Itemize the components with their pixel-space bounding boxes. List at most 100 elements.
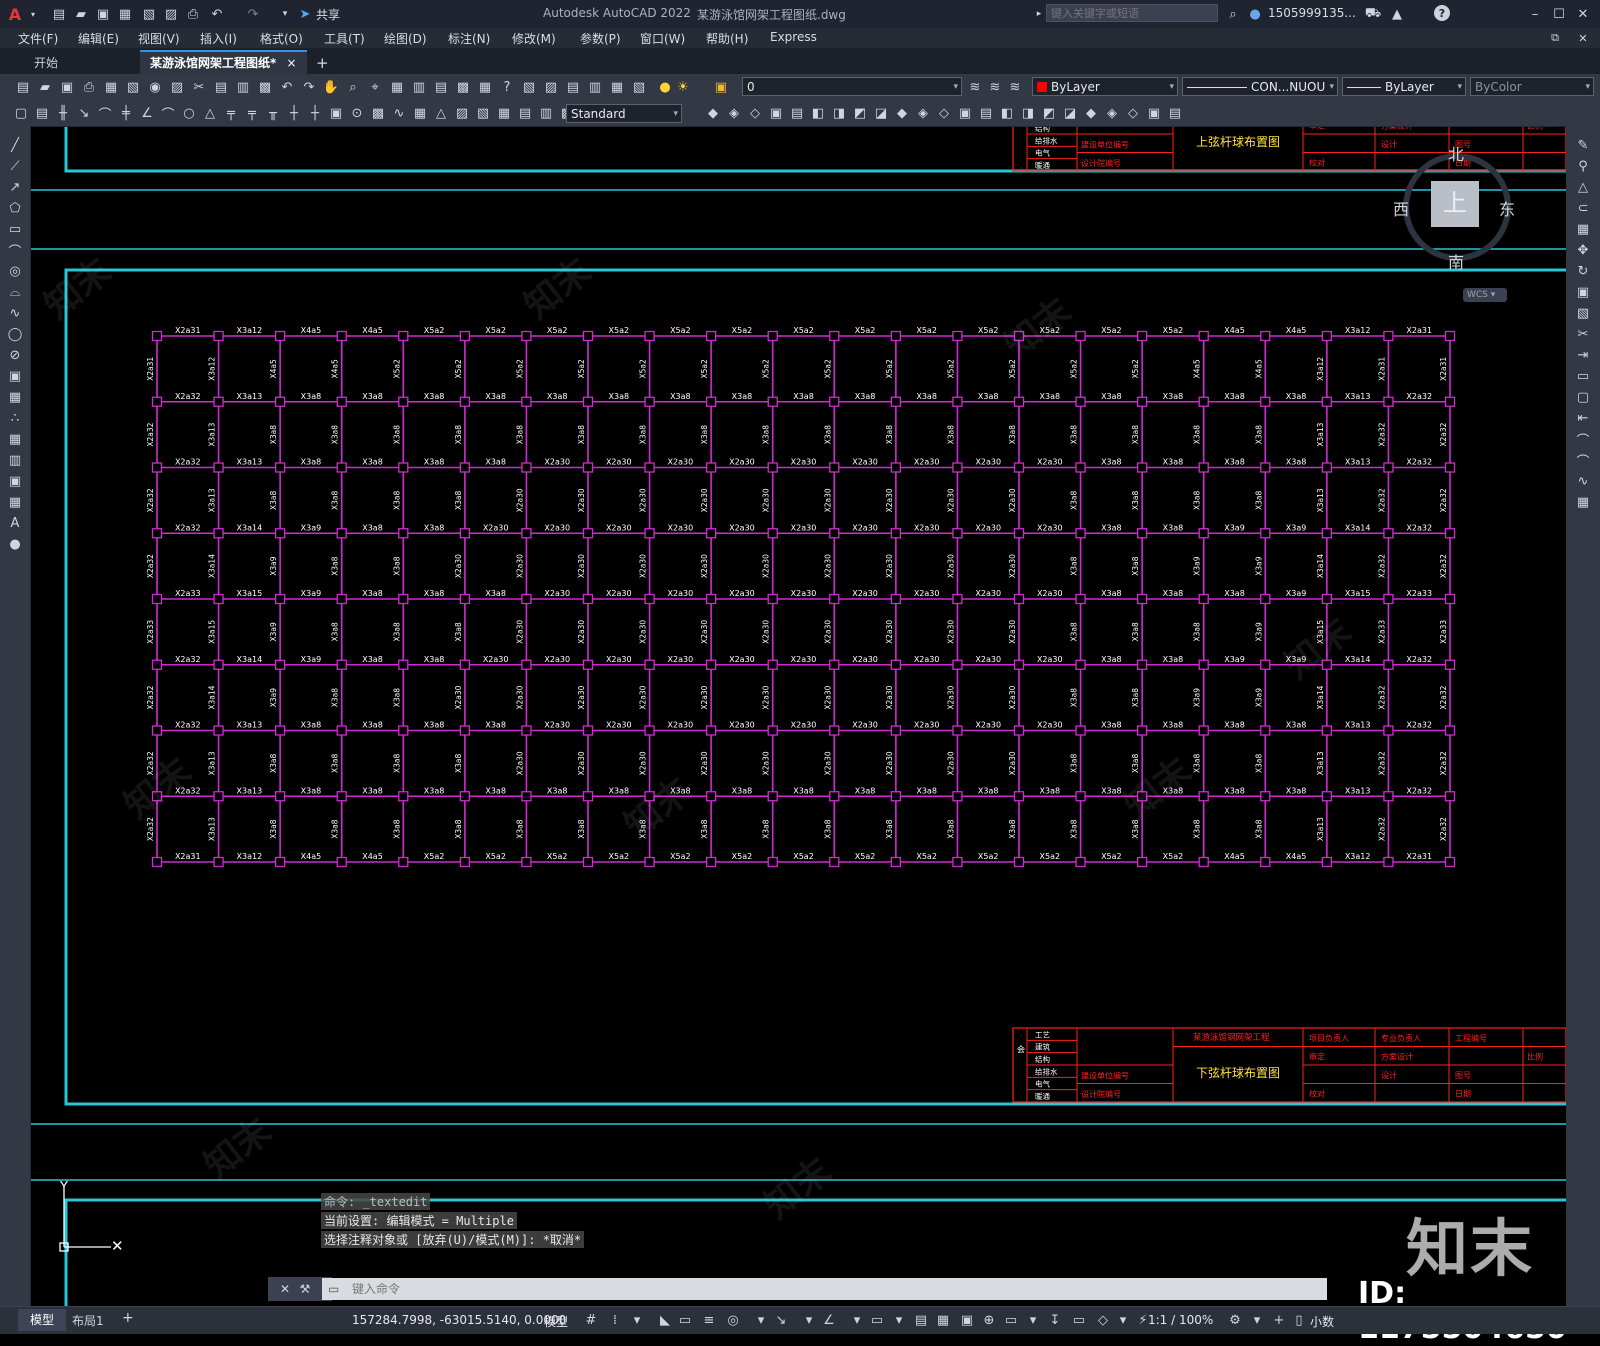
model-tool-17-icon[interactable]: ◪ [1061, 104, 1079, 122]
modify-tool-6-icon[interactable]: ↻ [1574, 262, 1592, 280]
status-tool-14-icon[interactable]: ▤ [912, 1311, 930, 1329]
std-tool-2-icon[interactable]: ▣ [58, 78, 76, 96]
draw-tool-5-icon[interactable]: ⌒ [6, 241, 24, 260]
close-doc-icon[interactable]: ✕ [1574, 29, 1592, 47]
std-tool-1-icon[interactable]: ▰ [36, 78, 54, 96]
std-tool-7-icon[interactable]: ▨ [168, 78, 186, 96]
add-layout-button[interactable]: + [122, 1310, 134, 1326]
draw-tool-7-icon[interactable]: ⌓ [6, 283, 24, 301]
viewcube[interactable]: 北 西 东 南 上 [1393, 141, 1515, 291]
std-tool-11-icon[interactable]: ▩ [256, 78, 274, 96]
modify-tool-14-icon[interactable]: ⌒ [1574, 430, 1592, 449]
open-folder-icon[interactable]: ▰ [72, 5, 90, 23]
tab-close-icon[interactable]: × [286, 56, 296, 70]
modify-tool-3-icon[interactable]: ⊂ [1574, 199, 1592, 217]
status-tool-26-icon[interactable]: ▾ [1248, 1311, 1266, 1329]
status-tool-15-icon[interactable]: ▦ [934, 1311, 952, 1329]
std-tool-23-icon[interactable]: ▧ [520, 78, 538, 96]
dim-tool-21-icon[interactable]: ▨ [453, 104, 471, 122]
dim-tool-3-icon[interactable]: ↘ [75, 104, 93, 122]
model-tool-13-icon[interactable]: ▤ [977, 104, 995, 122]
modify-tool-16-icon[interactable]: ∿ [1574, 472, 1592, 490]
model-tool-4-icon[interactable]: ▤ [788, 104, 806, 122]
tab-drawing[interactable]: 某游泳馆网架工程图纸* × [140, 50, 307, 76]
model-tool-14-icon[interactable]: ◧ [998, 104, 1016, 122]
status-tool-12-icon[interactable]: ▭ [868, 1311, 886, 1329]
draw-tool-14-icon[interactable]: ▦ [6, 430, 24, 448]
menu-item-3[interactable]: 插入(I) [200, 30, 237, 47]
status-tool-11-icon[interactable]: ▾ [848, 1311, 866, 1329]
model-tool-0-icon[interactable]: ◆ [704, 104, 722, 122]
modify-tool-8-icon[interactable]: ▧ [1574, 304, 1592, 322]
dim-tool-6-icon[interactable]: ∠ [138, 104, 156, 122]
draw-tool-4-icon[interactable]: ▭ [6, 220, 24, 238]
dim-tool-10-icon[interactable]: ╤ [222, 104, 240, 122]
modify-tool-5-icon[interactable]: ✥ [1574, 241, 1592, 259]
status-tool-25-icon[interactable]: ⚙ [1226, 1311, 1244, 1329]
std-tool-6-icon[interactable]: ◉ [146, 78, 164, 96]
dim-tool-0-icon[interactable]: ▢ [12, 104, 30, 122]
modify-tool-13-icon[interactable]: ⇤ [1574, 409, 1592, 427]
dim-tool-13-icon[interactable]: ┼ [285, 104, 303, 122]
std-tool-9-icon[interactable]: ▤ [212, 78, 230, 96]
std-tool-26-icon[interactable]: ▥ [586, 78, 604, 96]
menu-item-5[interactable]: 工具(T) [324, 30, 365, 47]
model-tool-3-icon[interactable]: ▣ [767, 104, 785, 122]
model-tool-1-icon[interactable]: ◈ [725, 104, 743, 122]
dim-tool-8-icon[interactable]: ○ [180, 104, 198, 122]
textstyle-dropdown[interactable]: Standard ▾ [566, 104, 682, 123]
menu-item-4[interactable]: 格式(O) [260, 30, 303, 47]
linetype-dropdown[interactable]: CON...NUOU ▾ [1182, 77, 1338, 96]
dropdown-chevron-icon[interactable]: ▾ [24, 5, 42, 23]
tab-model[interactable]: 模型 [18, 1309, 66, 1331]
help-icon[interactable]: ? [1434, 5, 1450, 21]
status-tool-13-icon[interactable]: ▾ [890, 1311, 908, 1329]
status-tool-16-icon[interactable]: ▣ [958, 1311, 976, 1329]
modify-tool-10-icon[interactable]: ⇥ [1574, 346, 1592, 364]
command-close-icon[interactable]: ✕ [276, 1280, 294, 1298]
model-space-toggle[interactable]: 模型 [544, 1313, 568, 1330]
autodesk-account-icon[interactable]: ▲ [1388, 5, 1406, 23]
std-tool-0-icon[interactable]: ▤ [14, 78, 32, 96]
model-tool-18-icon[interactable]: ◆ [1082, 104, 1100, 122]
status-tool-0-icon[interactable]: # [582, 1311, 600, 1329]
menu-item-12[interactable]: Express [770, 30, 817, 44]
compass-east[interactable]: 东 [1499, 196, 1515, 220]
user-name[interactable]: 1505999135... [1268, 6, 1356, 20]
draw-tool-2-icon[interactable]: ↗ [6, 178, 24, 196]
share-button[interactable]: 共享 [316, 6, 340, 23]
new-tab-button[interactable]: + [306, 52, 339, 74]
status-tool-2-icon[interactable]: ▾ [628, 1311, 646, 1329]
status-tool-9-icon[interactable]: ▾ [800, 1311, 818, 1329]
dim-tool-18-icon[interactable]: ∿ [390, 104, 408, 122]
std-tool-28-icon[interactable]: ▧ [630, 78, 648, 96]
dim-tool-9-icon[interactable]: △ [201, 104, 219, 122]
model-tool-8-icon[interactable]: ◪ [872, 104, 890, 122]
command-customize-icon[interactable]: ⚒ [296, 1280, 314, 1298]
model-tool-11-icon[interactable]: ◇ [935, 104, 953, 122]
units-readout[interactable]: 小数 [1310, 1313, 1334, 1330]
menu-item-2[interactable]: 视图(V) [138, 30, 180, 47]
std-tool-4-icon[interactable]: ▦ [102, 78, 120, 96]
std-tool-13-icon[interactable]: ↷ [300, 78, 318, 96]
dim-tool-22-icon[interactable]: ▧ [474, 104, 492, 122]
std-tool-15-icon[interactable]: ⌕ [344, 78, 362, 96]
std-tool-10-icon[interactable]: ▥ [234, 78, 252, 96]
save-web-icon[interactable]: ▨ [162, 5, 180, 23]
std-tool-16-icon[interactable]: ⌖ [366, 78, 384, 96]
autocad-logo-icon[interactable]: A [6, 5, 24, 24]
modify-tool-1-icon[interactable]: ⚲ [1574, 157, 1592, 175]
status-tool-8-icon[interactable]: ↘ [772, 1311, 790, 1329]
model-tool-9-icon[interactable]: ◆ [893, 104, 911, 122]
status-tool-1-icon[interactable]: ⁞ [606, 1311, 624, 1329]
save-as-icon[interactable]: ▦ [116, 5, 134, 23]
modify-tool-2-icon[interactable]: △ [1574, 178, 1592, 196]
wcs-button[interactable]: WCS ▾ [1463, 288, 1507, 302]
status-tool-23-icon[interactable]: ▾ [1114, 1311, 1132, 1329]
std-tool-20-icon[interactable]: ▩ [454, 78, 472, 96]
status-tool-22-icon[interactable]: ◇ [1094, 1311, 1112, 1329]
draw-tool-15-icon[interactable]: ▥ [6, 451, 24, 469]
status-tool-19-icon[interactable]: ▾ [1024, 1311, 1042, 1329]
bulb-icon[interactable]: ● [656, 78, 674, 96]
compass-south[interactable]: 南 [1448, 249, 1464, 273]
